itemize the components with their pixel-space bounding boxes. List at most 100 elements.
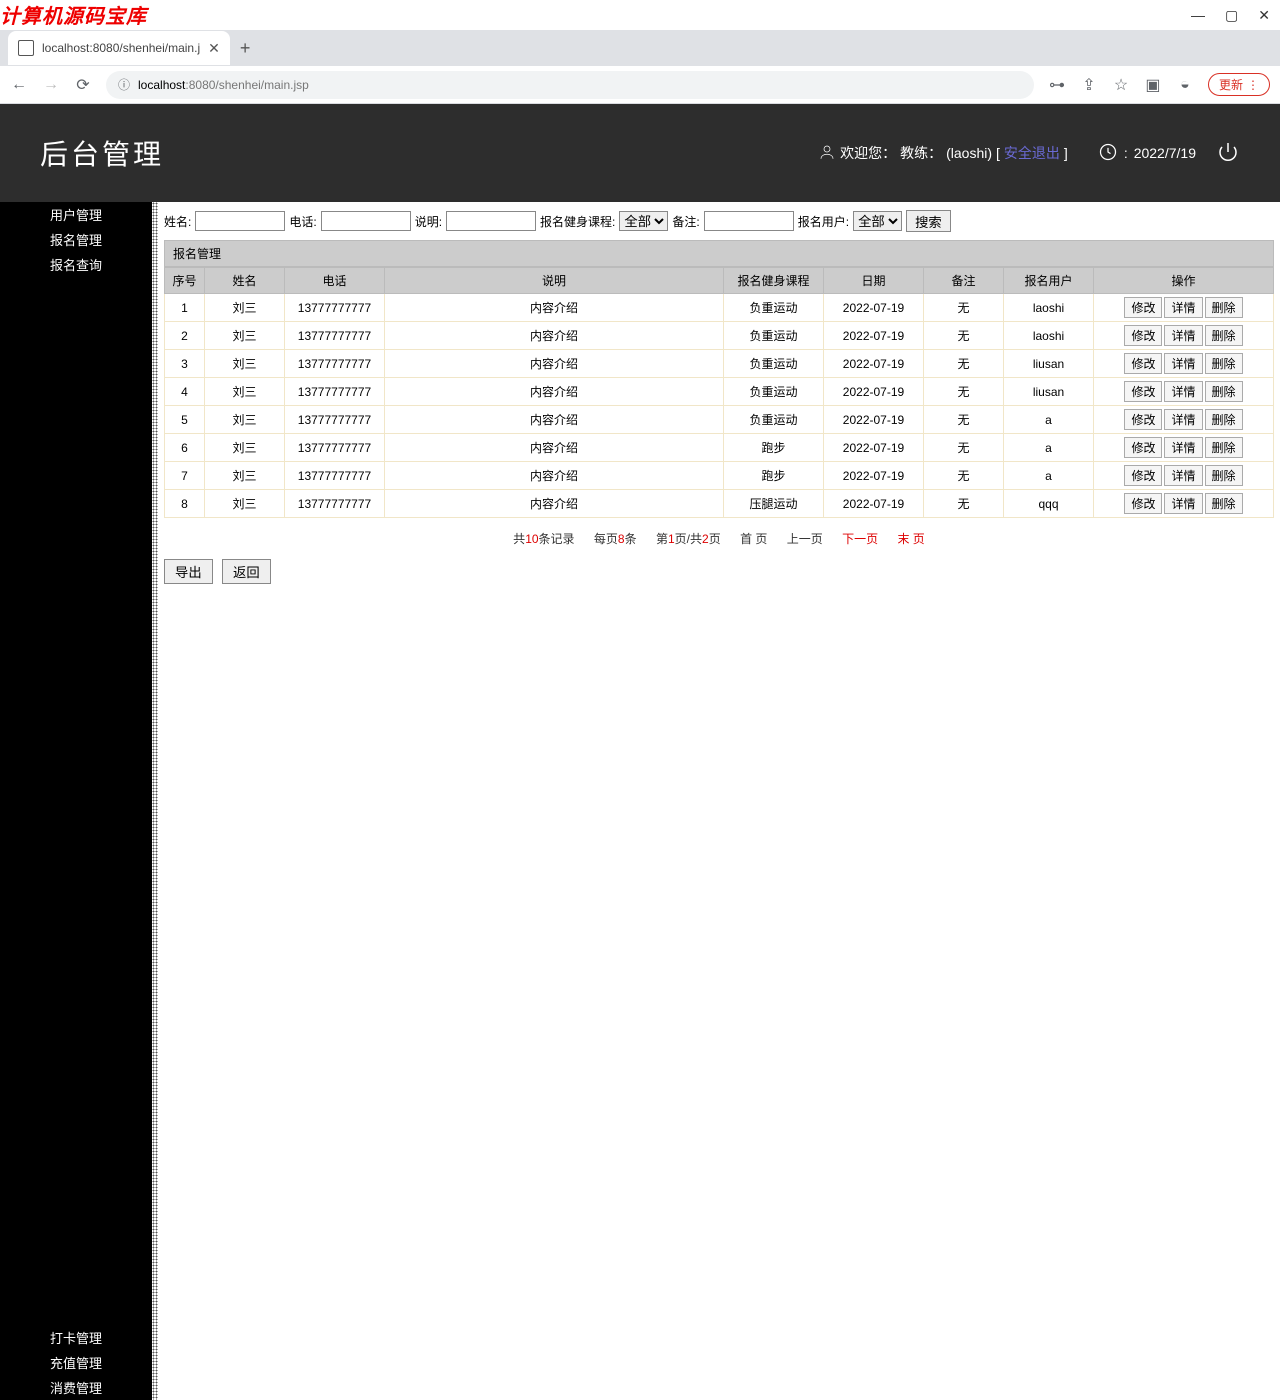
pg-perpage: 8 bbox=[618, 532, 625, 546]
detail-button[interactable]: 详情 bbox=[1164, 465, 1202, 486]
profile-icon[interactable]: ◒ bbox=[1176, 76, 1194, 94]
share-icon[interactable]: ⇪ bbox=[1080, 75, 1098, 95]
cell-user: laoshi bbox=[1004, 294, 1094, 322]
cell-phone: 13777777777 bbox=[285, 406, 385, 434]
edit-button[interactable]: 修改 bbox=[1124, 353, 1162, 374]
edit-button[interactable]: 修改 bbox=[1124, 325, 1162, 346]
sidebar-item-user[interactable]: 用户管理 bbox=[0, 202, 152, 227]
sidebar-item-query[interactable]: 报名查询 bbox=[0, 252, 152, 277]
select-course[interactable]: 全部 bbox=[619, 211, 668, 231]
url-input[interactable]: ⓘ localhost:8080/shenhei/main.jsp bbox=[106, 71, 1034, 99]
input-remark[interactable] bbox=[704, 211, 794, 231]
welcome-text: 欢迎您： bbox=[840, 143, 896, 163]
edit-button[interactable]: 修改 bbox=[1124, 437, 1162, 458]
input-phone[interactable] bbox=[321, 211, 411, 231]
star-icon[interactable]: ☆ bbox=[1112, 75, 1130, 95]
update-button[interactable]: 更新 ⋮ bbox=[1208, 73, 1270, 96]
cell-phone: 13777777777 bbox=[285, 322, 385, 350]
back-button[interactable]: 返回 bbox=[222, 559, 271, 584]
table-row: 3刘三13777777777内容介绍负重运动2022-07-19无liusan修… bbox=[165, 350, 1274, 378]
edit-button[interactable]: 修改 bbox=[1124, 381, 1162, 402]
tab-bar: localhost:8080/shenhei/main.j ✕ + bbox=[0, 30, 1280, 66]
page-prev[interactable]: 上一页 bbox=[787, 532, 823, 546]
table-row: 5刘三13777777777内容介绍负重运动2022-07-19无a修改详情删除 bbox=[165, 406, 1274, 434]
detail-button[interactable]: 详情 bbox=[1164, 297, 1202, 318]
new-tab-icon[interactable]: + bbox=[240, 38, 251, 59]
detail-button[interactable]: 详情 bbox=[1164, 493, 1202, 514]
sidebar-item-signup[interactable]: 报名管理 bbox=[0, 227, 152, 252]
pg-totalpage: 2 bbox=[702, 532, 709, 546]
delete-button[interactable]: 删除 bbox=[1205, 353, 1243, 374]
cell-course: 跑步 bbox=[724, 434, 824, 462]
detail-button[interactable]: 详情 bbox=[1164, 325, 1202, 346]
close-icon[interactable]: ✕ bbox=[1258, 8, 1270, 22]
cell-date: 2022-07-19 bbox=[824, 490, 924, 518]
cell-name: 刘三 bbox=[205, 406, 285, 434]
cell-name: 刘三 bbox=[205, 378, 285, 406]
page-last[interactable]: 末 页 bbox=[897, 532, 924, 546]
detail-button[interactable]: 详情 bbox=[1164, 409, 1202, 430]
label-course: 报名健身课程: bbox=[540, 213, 615, 230]
browser-chrome: — ▢ ✕ localhost:8080/shenhei/main.j ✕ + … bbox=[0, 0, 1280, 104]
cell-desc: 内容介绍 bbox=[385, 406, 724, 434]
sidebar-top-menu: 用户管理 报名管理 报名查询 bbox=[0, 202, 152, 277]
export-button[interactable]: 导出 bbox=[164, 559, 213, 584]
page-next[interactable]: 下一页 bbox=[842, 532, 878, 546]
maximize-icon[interactable]: ▢ bbox=[1225, 8, 1238, 22]
pg-total: 10 bbox=[525, 532, 538, 546]
delete-button[interactable]: 删除 bbox=[1205, 437, 1243, 458]
detail-button[interactable]: 详情 bbox=[1164, 381, 1202, 402]
search-button[interactable]: 搜索 bbox=[906, 210, 951, 232]
browser-tab[interactable]: localhost:8080/shenhei/main.j ✕ bbox=[8, 31, 230, 65]
select-user[interactable]: 全部 bbox=[853, 211, 902, 231]
edit-button[interactable]: 修改 bbox=[1124, 409, 1162, 430]
page-first[interactable]: 首 页 bbox=[740, 532, 767, 546]
main-content: 姓名: 电话: 说明: 报名健身课程: 全部 备注: 报名用户: 全部 搜索 报… bbox=[158, 202, 1280, 1400]
sidebar-item-consume[interactable]: 消费管理 bbox=[0, 1375, 152, 1400]
table-row: 8刘三13777777777内容介绍压腿运动2022-07-19无qqq修改详情… bbox=[165, 490, 1274, 518]
reload-icon[interactable]: ⟳ bbox=[74, 75, 92, 95]
cell-name: 刘三 bbox=[205, 294, 285, 322]
extension-icon[interactable]: ▣ bbox=[1144, 75, 1162, 95]
cell-user: laoshi bbox=[1004, 322, 1094, 350]
cell-ops: 修改详情删除 bbox=[1094, 490, 1274, 518]
forward-icon[interactable]: → bbox=[42, 76, 60, 94]
cell-remark: 无 bbox=[924, 350, 1004, 378]
delete-button[interactable]: 删除 bbox=[1205, 465, 1243, 486]
key-icon[interactable]: ⊶ bbox=[1048, 75, 1066, 95]
cell-course: 负重运动 bbox=[724, 406, 824, 434]
site-info-icon[interactable]: ⓘ bbox=[118, 76, 130, 93]
cell-user: qqq bbox=[1004, 490, 1094, 518]
power-icon[interactable] bbox=[1216, 140, 1240, 167]
cell-date: 2022-07-19 bbox=[824, 322, 924, 350]
cell-phone: 13777777777 bbox=[285, 462, 385, 490]
edit-button[interactable]: 修改 bbox=[1124, 493, 1162, 514]
cell-phone: 13777777777 bbox=[285, 490, 385, 518]
label-phone: 电话: bbox=[289, 213, 316, 230]
input-desc[interactable] bbox=[446, 211, 536, 231]
col-course: 报名健身课程 bbox=[724, 268, 824, 294]
cell-desc: 内容介绍 bbox=[385, 378, 724, 406]
logout-link[interactable]: 安全退出 bbox=[1004, 143, 1060, 163]
tab-close-icon[interactable]: ✕ bbox=[208, 40, 220, 57]
minimize-icon[interactable]: — bbox=[1191, 8, 1205, 22]
sidebar-item-recharge[interactable]: 充值管理 bbox=[0, 1350, 152, 1375]
delete-button[interactable]: 删除 bbox=[1205, 325, 1243, 346]
pg-t2c: 条 bbox=[625, 532, 637, 546]
back-icon[interactable]: ← bbox=[10, 76, 28, 94]
detail-button[interactable]: 详情 bbox=[1164, 437, 1202, 458]
welcome-block: 欢迎您： 教练： (laoshi) [ 安全退出 ] bbox=[818, 143, 1068, 164]
edit-button[interactable]: 修改 bbox=[1124, 465, 1162, 486]
delete-button[interactable]: 删除 bbox=[1205, 381, 1243, 402]
cell-idx: 8 bbox=[165, 490, 205, 518]
delete-button[interactable]: 删除 bbox=[1205, 297, 1243, 318]
label-remark: 备注: bbox=[672, 213, 699, 230]
delete-button[interactable]: 删除 bbox=[1205, 493, 1243, 514]
edit-button[interactable]: 修改 bbox=[1124, 297, 1162, 318]
detail-button[interactable]: 详情 bbox=[1164, 353, 1202, 374]
cell-desc: 内容介绍 bbox=[385, 434, 724, 462]
data-table: 序号 姓名 电话 说明 报名健身课程 日期 备注 报名用户 操作 1刘三1377… bbox=[164, 267, 1274, 518]
delete-button[interactable]: 删除 bbox=[1205, 409, 1243, 430]
input-name[interactable] bbox=[195, 211, 285, 231]
sidebar-item-checkin[interactable]: 打卡管理 bbox=[0, 1325, 152, 1350]
